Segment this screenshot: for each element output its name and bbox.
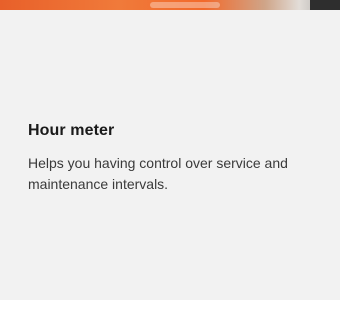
feature-card: Hour meter Helps you having control over…	[0, 0, 340, 314]
product-image	[0, 0, 340, 10]
feature-title: Hour meter	[28, 122, 115, 139]
feature-description: Helps you having control over service an…	[28, 155, 288, 192]
image-dark-detail	[310, 0, 340, 10]
image-highlight	[150, 2, 220, 8]
